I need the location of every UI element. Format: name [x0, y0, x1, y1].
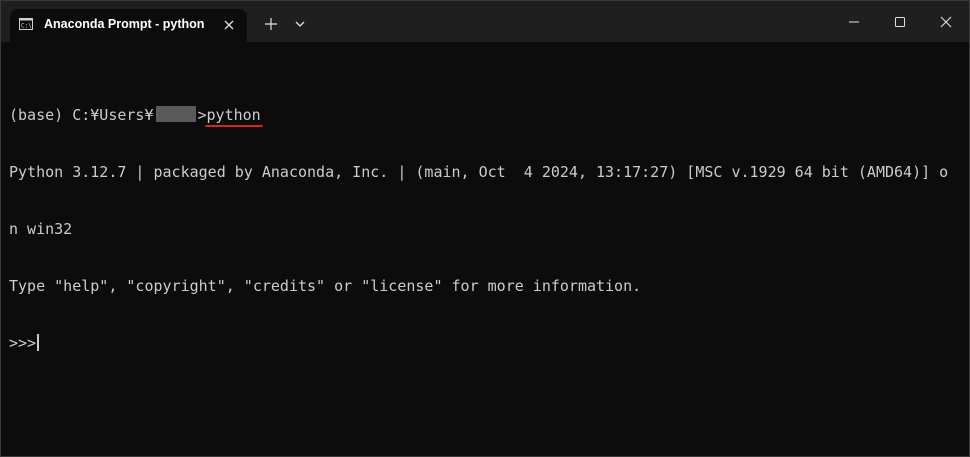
- terminal-output[interactable]: (base) C:¥Users¥ >python Python 3.12.7 | …: [9, 68, 961, 391]
- tab-title: Anaconda Prompt - python: [44, 17, 205, 31]
- close-tab-icon[interactable]: [221, 17, 237, 33]
- prompt-line: (base) C:¥Users¥ >python: [9, 106, 961, 127]
- maximize-button[interactable]: [877, 1, 923, 42]
- close-icon: [940, 16, 952, 27]
- output-line-version: Python 3.12.7 | packaged by Anaconda, In…: [9, 163, 949, 181]
- command-text: python: [204, 106, 263, 127]
- maximize-icon: [895, 16, 905, 27]
- text-cursor: [37, 334, 40, 351]
- prompt-separator: >: [197, 106, 207, 124]
- minimize-button[interactable]: [831, 1, 877, 42]
- terminal-window: C:\ Anaconda Prompt - python (base) C:¥U…: [0, 0, 970, 457]
- output-line-help: Type "help", "copyright", "credits" or "…: [9, 277, 642, 295]
- repl-prompt: >>>: [9, 334, 46, 352]
- terminal-icon: C:\: [19, 18, 33, 30]
- close-window-button[interactable]: [923, 1, 969, 42]
- chevron-down-icon[interactable]: [293, 17, 307, 31]
- minimize-icon: [849, 21, 859, 22]
- svg-text:C:\: C:\: [21, 23, 32, 30]
- repl-prompt-line[interactable]: >>>: [9, 334, 961, 353]
- prompt-path: (base) C:¥Users¥: [9, 106, 154, 124]
- output-line-platform: n win32: [9, 220, 73, 238]
- tab-anaconda-prompt[interactable]: C:\ Anaconda Prompt - python: [10, 9, 247, 42]
- redacted-username: [155, 106, 196, 122]
- plus-icon[interactable]: [263, 16, 279, 32]
- title-bar: C:\ Anaconda Prompt - python: [1, 1, 969, 42]
